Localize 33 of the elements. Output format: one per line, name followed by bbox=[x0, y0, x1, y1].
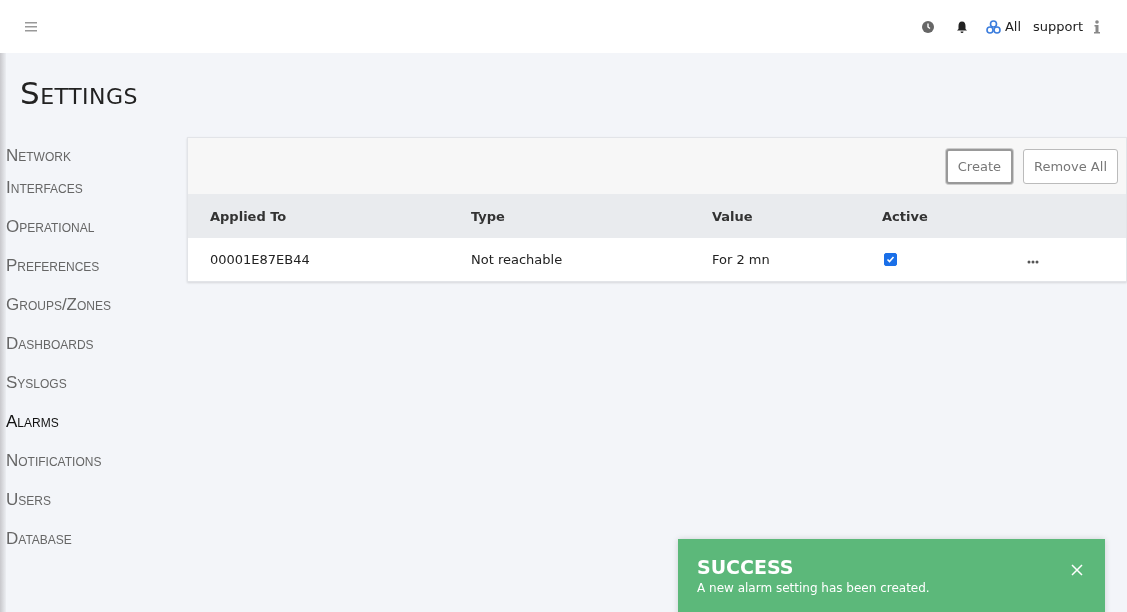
checkmark-icon bbox=[886, 254, 895, 264]
toast-message: A new alarm setting has been created. bbox=[697, 581, 930, 595]
active-checkbox[interactable] bbox=[884, 252, 897, 266]
page-title: Settings bbox=[20, 75, 140, 113]
bell-icon[interactable] bbox=[955, 20, 968, 33]
clock-icon[interactable] bbox=[921, 20, 934, 33]
column-header: Applied To bbox=[210, 208, 288, 224]
info-icon[interactable] bbox=[1093, 19, 1101, 34]
toolbar-button[interactable]: Remove All bbox=[1023, 148, 1118, 184]
sidebar-item[interactable]: Network Interfaces bbox=[6, 140, 131, 204]
table-cell-text: Not reachable bbox=[471, 251, 564, 267]
table-cell-text: For 2 mn bbox=[712, 251, 771, 267]
column-header: Type bbox=[471, 208, 506, 224]
sidebar-item[interactable]: Preferences bbox=[6, 250, 131, 282]
more-icon[interactable] bbox=[1027, 259, 1039, 264]
sidebar-item[interactable]: Notifications bbox=[6, 445, 131, 477]
menu-icon[interactable] bbox=[25, 21, 37, 32]
sidebar-item[interactable]: Alarms bbox=[6, 406, 131, 438]
circles-icon[interactable] bbox=[985, 19, 1001, 34]
table-cell-text: 00001E87EB44 bbox=[210, 251, 311, 267]
sidebar-item[interactable]: Dashboards bbox=[6, 328, 131, 360]
column-header: Active bbox=[882, 208, 929, 224]
sidebar-item[interactable]: Users bbox=[6, 484, 131, 516]
close-icon[interactable] bbox=[1071, 564, 1083, 576]
scope-link[interactable]: All bbox=[1004, 19, 1022, 34]
sidebar-item[interactable]: Operational bbox=[6, 211, 131, 243]
toast-title: SUCCESS bbox=[697, 556, 795, 578]
toolbar-button[interactable]: Create bbox=[945, 148, 1013, 184]
user-name[interactable]: support bbox=[1033, 19, 1083, 34]
column-header: Value bbox=[712, 208, 754, 224]
sidebar-item[interactable]: Database bbox=[6, 523, 131, 555]
sidebar-item[interactable]: Groups/Zones bbox=[6, 289, 131, 321]
sidebar-item[interactable]: Syslogs bbox=[6, 367, 131, 399]
